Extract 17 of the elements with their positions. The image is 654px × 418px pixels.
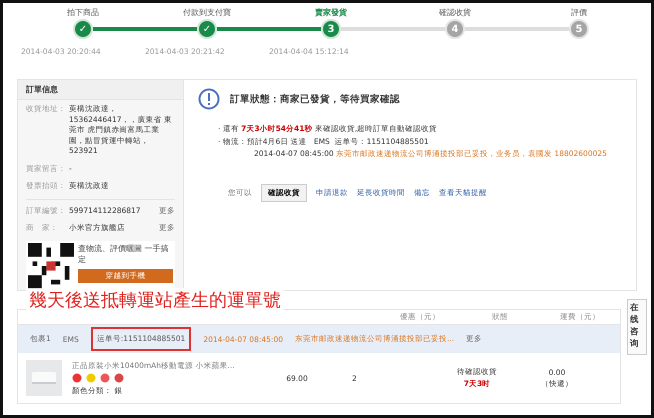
step-label: 確認收貨 — [439, 7, 471, 19]
promo-text: 查物流、評價曬圖 一手搞定 — [78, 242, 170, 265]
step-marker: 3 — [321, 19, 341, 39]
qr-code-icon — [28, 242, 74, 288]
panel-title: 訂單信息 — [18, 80, 183, 100]
step-marker: ✓ — [197, 19, 217, 39]
step-label: 評價 — [571, 7, 587, 19]
step-label: 付款到支付寶 — [183, 7, 231, 19]
step-label: 拍下商品 — [67, 7, 99, 19]
step-marker: ✓ — [73, 19, 93, 39]
chat-tab[interactable]: 在线咨询 — [627, 299, 647, 355]
step-label: 賣家發貨 — [315, 7, 347, 19]
info-icon — [198, 88, 220, 110]
step-marker: 4 — [445, 19, 465, 39]
annotation-text: 幾天後送抵轉運站產生的運單號 — [26, 288, 284, 312]
order-status: 訂單狀態：商家已發貨，等待買家確認 — [230, 92, 400, 106]
step-marker: 5 — [569, 19, 589, 39]
